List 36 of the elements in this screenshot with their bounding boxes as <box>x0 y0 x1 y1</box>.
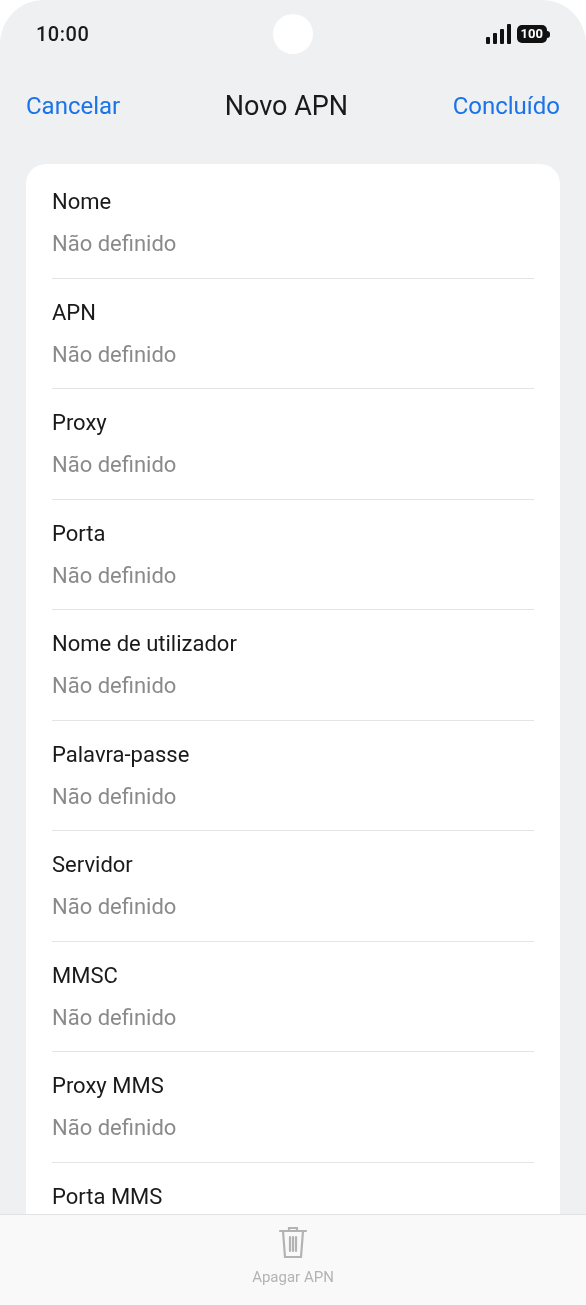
setting-label: MMSC <box>52 961 119 990</box>
setting-label: Palavra-passe <box>52 740 191 769</box>
setting-value: Não definido <box>52 340 178 369</box>
setting-row[interactable]: Proxy Não definido <box>52 389 534 500</box>
cancel-button[interactable]: Cancelar <box>26 88 121 124</box>
setting-label: Proxy MMS <box>52 1072 165 1100</box>
setting-value: Não definido <box>52 561 178 590</box>
battery-level: 100 <box>516 25 547 43</box>
setting-label: Nome de utilizador <box>52 630 238 658</box>
page-title: Novo APN <box>224 88 349 124</box>
setting-label: Servidor <box>52 851 134 879</box>
setting-label: Proxy <box>52 409 108 437</box>
setting-row[interactable]: Nome Não definido <box>52 168 534 279</box>
setting-row[interactable]: APN Não definido <box>52 278 534 389</box>
setting-value: Não definido <box>52 672 178 700</box>
setting-row[interactable]: Servidor Não definido <box>52 831 534 942</box>
setting-value: Não definido <box>52 451 178 479</box>
setting-label: Porta <box>52 519 107 548</box>
done-button[interactable]: Concluído <box>452 88 560 124</box>
setting-label: Porta MMS <box>52 1182 164 1211</box>
setting-row[interactable]: Porta Não definido <box>52 499 534 610</box>
setting-label: APN <box>52 298 97 327</box>
setting-value: Não definido <box>52 230 178 258</box>
setting-row[interactable]: Proxy MMS Não definido <box>52 1052 534 1163</box>
setting-value: Não definido <box>52 1003 178 1032</box>
setting-value: Não definido <box>52 893 178 921</box>
setting-label: Nome <box>52 188 113 216</box>
setting-value: Não definido <box>52 1114 178 1142</box>
setting-value: Não definido <box>52 782 178 811</box>
status-time: 10:00 <box>36 21 90 48</box>
signal-icon <box>485 24 511 44</box>
setting-row[interactable]: Nome de utilizador Não definido <box>52 610 534 721</box>
setting-row[interactable]: MMSC Não definido <box>52 941 534 1052</box>
setting-row[interactable]: Porta MMS <box>52 1162 534 1214</box>
trash-icon <box>278 1225 308 1260</box>
setting-row[interactable]: Palavra-passe Não definido <box>52 720 534 831</box>
